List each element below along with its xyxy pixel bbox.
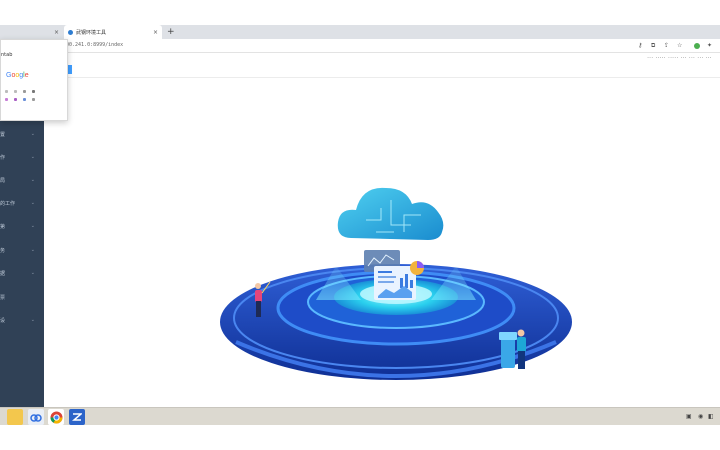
sidebar-item[interactable]: 设 ⌄ <box>0 309 44 331</box>
report-bar <box>410 280 413 288</box>
report-line <box>378 271 392 273</box>
translate-icon[interactable]: ⧉ <box>651 41 655 50</box>
sidebar-item[interactable]: 票 <box>0 286 44 308</box>
sidebar-item-label: 第 <box>0 223 6 230</box>
report-bar <box>400 278 403 288</box>
person-right-head <box>517 329 525 337</box>
header-right-text: ... ..... ..... ... ... ... ... <box>647 54 712 60</box>
shortcut-icon[interactable] <box>23 98 26 101</box>
person-left-body <box>255 290 262 302</box>
chevron-down-icon: ⌄ <box>30 270 35 276</box>
app-icon[interactable] <box>69 409 85 425</box>
tab-favicon-icon <box>68 29 73 35</box>
tab-close-icon[interactable]: × <box>153 29 158 36</box>
chrome-icon[interactable] <box>48 409 64 425</box>
shortcut-icon[interactable] <box>14 90 17 93</box>
person-right-body <box>517 337 526 352</box>
screen: × 武钢环境工具 × + 00.241.0:8999/index ⚷ ⧉ ⇪ ☆… <box>0 0 720 450</box>
shortcut-icon[interactable] <box>32 98 35 101</box>
sidebar-item[interactable]: 局 ⌄ <box>0 169 44 191</box>
popup-title: ntab <box>1 52 13 58</box>
report-line <box>378 281 394 283</box>
tray-network-icon[interactable]: ▣ <box>686 413 692 420</box>
chevron-down-icon: ⌄ <box>30 131 35 137</box>
baidu-netdisk-icon[interactable] <box>28 409 44 425</box>
star-icon[interactable]: ☆ <box>677 41 682 50</box>
kiosk <box>501 338 515 368</box>
sidebar-item[interactable]: 据 ⌄ <box>0 262 44 284</box>
shortcut-icon[interactable] <box>5 90 8 93</box>
shortcut-icon[interactable] <box>23 90 26 93</box>
chevron-down-icon: ⌄ <box>30 223 35 229</box>
app-header: ... ..... ..... ... ... ... ... <box>44 53 720 64</box>
key-icon[interactable]: ⚷ <box>638 41 642 50</box>
sidebar-item-label: 局 <box>0 177 6 184</box>
sidebar-item[interactable]: 务 ⌄ <box>0 239 44 261</box>
sidebar-item[interactable]: 的工作 ⌄ <box>0 192 44 214</box>
person-right-legs <box>518 351 525 369</box>
cloud-platform-illustration <box>220 187 572 380</box>
tray-volume-icon[interactable]: ◧ <box>708 413 714 420</box>
shortcut-icon[interactable] <box>5 98 8 101</box>
new-tab-popup[interactable]: ntab Google <box>0 39 68 121</box>
sidebar-item-label: 作 <box>0 154 6 161</box>
sidebar-item-label: 的工作 <box>0 200 16 207</box>
google-logo: Google <box>6 72 29 79</box>
tab-active[interactable]: 武钢环境工具 × <box>64 25 162 39</box>
sidebar-item-label: 置 <box>0 131 6 138</box>
sidebar-item[interactable]: 第 ⌄ <box>0 215 44 237</box>
chevron-down-icon: ⌄ <box>30 247 35 253</box>
chevron-down-icon: ⌄ <box>30 154 35 160</box>
sidebar-item-label: 设 <box>0 317 6 324</box>
puzzle-icon[interactable]: ✦ <box>707 41 712 50</box>
kiosk-screen <box>499 332 517 340</box>
divider <box>44 77 720 78</box>
person-left-head <box>255 283 261 289</box>
sidebar-item-label: 票 <box>0 294 6 301</box>
share-icon[interactable]: ⇪ <box>664 41 669 50</box>
tab-inactive[interactable]: × <box>0 25 64 39</box>
taskbar: ▣ ◉ ◧ <box>0 407 720 425</box>
chevron-down-icon: ⌄ <box>30 200 35 206</box>
chevron-down-icon: ⌄ <box>30 177 35 183</box>
new-tab-button[interactable]: + <box>167 26 175 38</box>
person-left-legs <box>256 301 261 317</box>
browser-toolbar: 00.241.0:8999/index ⚷ ⧉ ⇪ ☆ ✦ <box>0 39 720 53</box>
pie-slice <box>417 261 424 268</box>
sidebar-item[interactable]: 作 ⌄ <box>0 146 44 168</box>
shortcut-icon[interactable] <box>14 98 17 101</box>
sidebar-item-label: 务 <box>0 247 6 254</box>
report-bar <box>405 274 408 288</box>
browser-tab-strip: × 武钢环境工具 × + <box>0 25 720 39</box>
sidebar-item-label: 据 <box>0 270 6 277</box>
url-bar[interactable]: 00.241.0:8999/index <box>66 42 123 48</box>
tab-label: 武钢环境工具 <box>76 29 107 36</box>
extension-icon[interactable] <box>694 43 700 49</box>
tray-ime-icon[interactable]: ◉ <box>698 413 703 420</box>
report-line <box>378 276 396 278</box>
sidebar-item[interactable]: 置 ⌄ <box>0 123 44 145</box>
tab-close-icon[interactable]: × <box>54 29 59 36</box>
chevron-down-icon: ⌄ <box>30 317 35 323</box>
shortcut-icon[interactable] <box>32 90 35 93</box>
file-explorer-icon[interactable] <box>7 409 23 425</box>
